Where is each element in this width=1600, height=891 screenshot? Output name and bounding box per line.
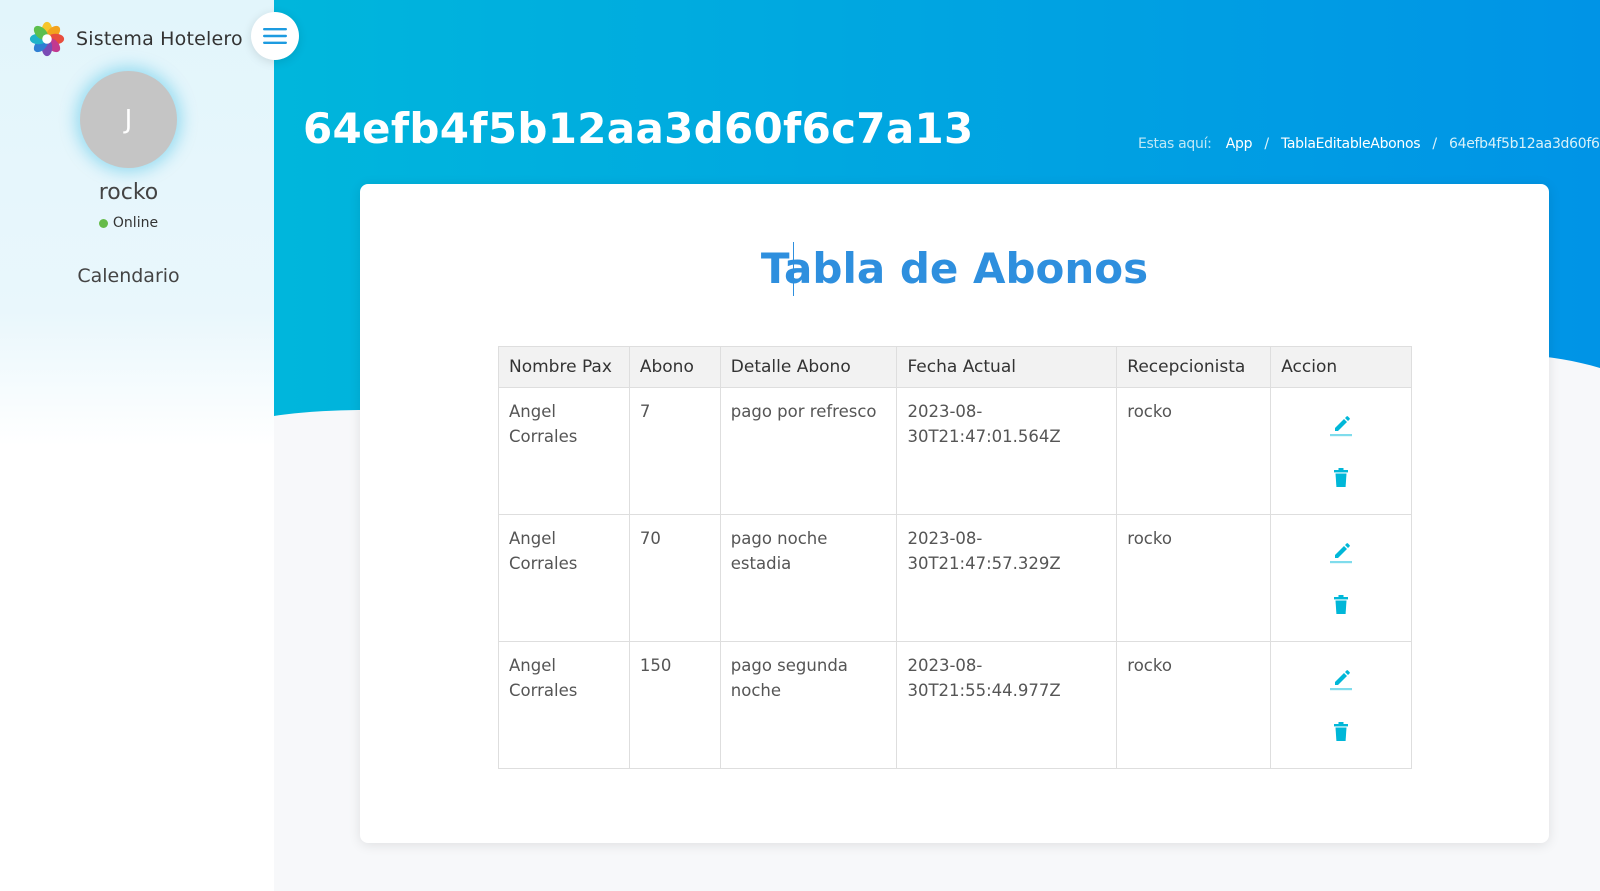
- cell-detalle-abono: pago noche estadia: [719, 514, 898, 642]
- main-card: Tabla de Abonos Nombre Pax Abono Detalle…: [360, 184, 1549, 843]
- cell-abono: 150: [628, 641, 721, 769]
- brand[interactable]: Sistema Hotelero: [28, 20, 243, 58]
- cell-detalle-abono: pago por refresco: [719, 387, 898, 515]
- cell-detalle-abono: pago segunda noche: [719, 641, 898, 769]
- table-title[interactable]: Tabla de Abonos: [360, 244, 1549, 293]
- cell-accion: [1270, 387, 1412, 515]
- cell-accion: [1270, 514, 1412, 642]
- column-header-detalle-abono: Detalle Abono: [719, 346, 898, 388]
- flower-logo-icon: [29, 21, 65, 57]
- cell-nombre-pax: Angel Corrales: [498, 514, 630, 642]
- avatar[interactable]: J: [80, 71, 177, 168]
- cell-nombre-pax: Angel Corrales: [498, 387, 630, 515]
- table-row: Angel Corrales 150 pago segunda noche 20…: [498, 641, 1412, 769]
- cell-nombre-pax: Angel Corrales: [498, 641, 630, 769]
- pencil-edit-icon[interactable]: [1326, 536, 1356, 566]
- pencil-edit-icon[interactable]: [1326, 409, 1356, 439]
- brand-name: Sistema Hotelero: [76, 28, 243, 50]
- avatar-initial: J: [124, 104, 133, 135]
- table-header-row: Nombre Pax Abono Detalle Abono Fecha Act…: [498, 346, 1412, 388]
- column-header-fecha-actual: Fecha Actual: [896, 346, 1118, 388]
- sidebar-item-label: Calendario: [77, 265, 180, 287]
- pencil-edit-icon[interactable]: [1326, 663, 1356, 693]
- column-header-nombre-pax: Nombre Pax: [498, 346, 630, 388]
- trash-icon[interactable]: [1326, 463, 1356, 493]
- online-status-dot-icon: [98, 218, 108, 228]
- cell-abono: 7: [628, 387, 721, 515]
- sidebar: Sistema Hotelero J rocko Online Calendar…: [0, 0, 274, 891]
- cell-recepcionista: rocko: [1116, 387, 1272, 515]
- column-header-accion: Accion: [1270, 346, 1412, 388]
- trash-icon[interactable]: [1326, 590, 1356, 620]
- sidebar-item-calendario[interactable]: Calendario: [0, 265, 257, 287]
- column-header-recepcionista: Recepcionista: [1116, 346, 1272, 388]
- cell-abono: 70: [628, 514, 721, 642]
- user-name: rocko: [98, 180, 159, 205]
- cell-recepcionista: rocko: [1116, 641, 1272, 769]
- trash-icon[interactable]: [1326, 717, 1356, 747]
- user-status: Online: [0, 215, 257, 231]
- breadcrumb-link-tabla[interactable]: TablaEditableAbonos: [1281, 136, 1421, 152]
- table-row: Angel Corrales 7 pago por refresco 2023-…: [498, 387, 1412, 515]
- breadcrumb-separator: /: [1264, 136, 1269, 152]
- user-status-label: Online: [112, 215, 159, 231]
- breadcrumb-label: Estas aquí:: [1138, 136, 1212, 152]
- breadcrumb-current: 64efb4f5b12aa3d60f6c7a13: [1449, 136, 1600, 152]
- cell-fecha-actual: 2023-08-30T21:55:44.977Z: [896, 641, 1118, 769]
- breadcrumb-separator: /: [1432, 136, 1437, 152]
- cell-recepcionista: rocko: [1116, 514, 1272, 642]
- column-header-abono: Abono: [628, 346, 721, 388]
- cell-fecha-actual: 2023-08-30T21:47:01.564Z: [896, 387, 1118, 515]
- table-row: Angel Corrales 70 pago noche estadia 202…: [498, 514, 1412, 642]
- hamburger-menu-icon: [263, 28, 287, 44]
- page-title: 64efb4f5b12aa3d60f6c7a13: [303, 104, 974, 153]
- cell-fecha-actual: 2023-08-30T21:47:57.329Z: [896, 514, 1118, 642]
- menu-toggle-button[interactable]: [251, 12, 299, 60]
- abonos-table: Nombre Pax Abono Detalle Abono Fecha Act…: [498, 346, 1412, 769]
- breadcrumb-link-app[interactable]: App: [1226, 136, 1253, 152]
- breadcrumb: Estas aquí: App / TablaEditableAbonos / …: [1138, 136, 1600, 152]
- cell-accion: [1270, 641, 1412, 769]
